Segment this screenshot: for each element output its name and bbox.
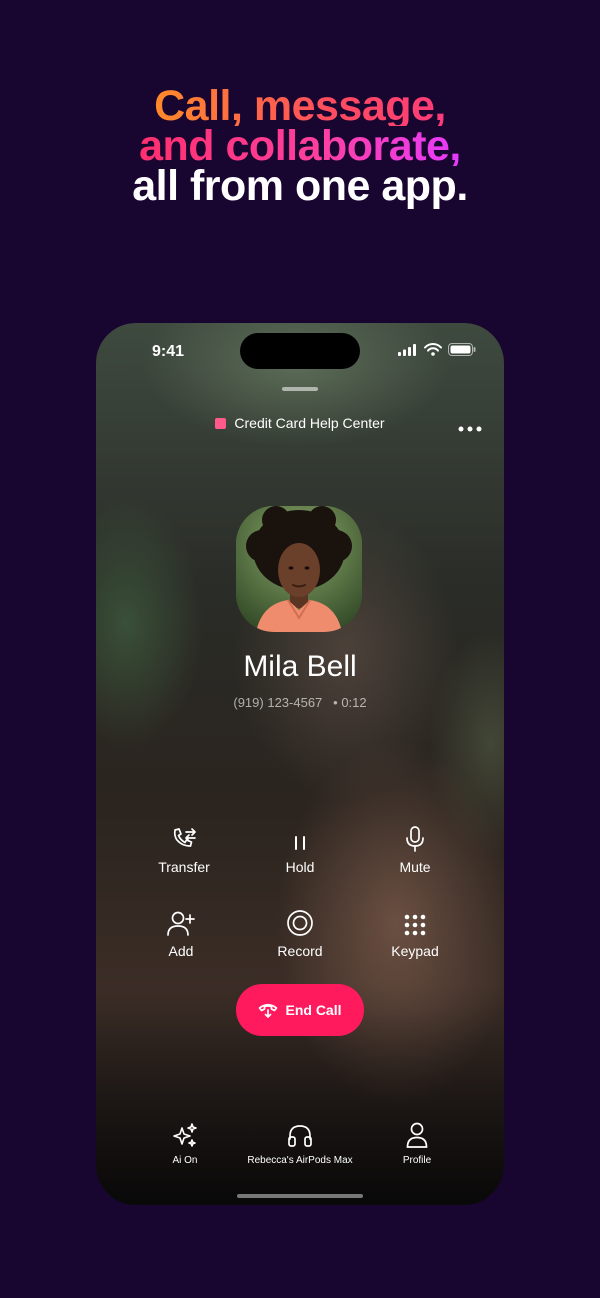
add-button[interactable]: Add — [121, 907, 241, 959]
add-label: Add — [168, 943, 194, 959]
record-button[interactable]: Record — [240, 907, 360, 959]
hang-up-icon — [259, 1003, 278, 1018]
headphones-icon — [288, 1125, 312, 1147]
wifi-icon — [424, 343, 442, 356]
status-icons — [398, 343, 476, 356]
microphone-icon — [406, 826, 424, 852]
sheet-grabber[interactable] — [282, 387, 318, 391]
profile-button[interactable]: Profile — [352, 1121, 482, 1166]
hold-button[interactable]: Hold — [240, 823, 360, 875]
ellipsis-icon — [458, 426, 482, 432]
transfer-button[interactable]: Transfer — [124, 823, 244, 875]
marketing-headline: Call, message, and collaborate, all from… — [0, 82, 600, 210]
phone-screen: 9:41 Credit Card Help Center Mila Bell (… — [96, 323, 504, 1205]
more-options-button[interactable] — [458, 419, 482, 437]
call-context: Credit Card Help Center — [96, 415, 504, 431]
audio-output-label: Rebecca's AirPods Max — [247, 1155, 353, 1166]
headline-line-3: all from one app. — [132, 162, 468, 210]
keypad-icon — [404, 914, 426, 936]
mute-button[interactable]: Mute — [355, 823, 475, 875]
avatar-portrait — [236, 506, 362, 632]
profile-label: Profile — [402, 1155, 432, 1166]
keypad-label: Keypad — [391, 943, 439, 959]
contact-avatar — [236, 506, 362, 632]
headline-line-2: and collaborate, — [139, 122, 461, 170]
details-separator: • — [333, 695, 338, 710]
phone-transfer-icon — [173, 828, 196, 847]
headline-line-1: Call, message, — [154, 82, 446, 130]
record-label: Record — [277, 943, 323, 959]
call-duration: 0:12 — [341, 695, 367, 710]
context-color-tag — [215, 417, 227, 429]
audio-output-button[interactable]: Rebecca's AirPods Max — [235, 1121, 365, 1166]
end-call-label: End Call — [285, 1002, 342, 1018]
end-call-button[interactable]: End Call — [236, 984, 364, 1036]
mute-label: Mute — [399, 859, 431, 875]
transfer-label: Transfer — [158, 859, 210, 875]
call-details: (919) 123-4567 • 0:12 — [96, 695, 504, 710]
hold-label: Hold — [285, 859, 315, 875]
context-label: Credit Card Help Center — [234, 415, 385, 431]
battery-icon — [448, 343, 476, 356]
record-icon — [287, 910, 313, 936]
signal-icon — [398, 343, 416, 356]
sparkles-icon — [173, 1123, 197, 1147]
dynamic-island — [240, 333, 360, 369]
contact-name: Mila Bell — [243, 650, 357, 683]
keypad-button[interactable]: Keypad — [355, 907, 475, 959]
phone-number: (919) 123-4567 — [233, 695, 323, 710]
pause-icon — [295, 836, 305, 850]
status-time: 9:41 — [152, 343, 185, 360]
home-indicator — [237, 1194, 363, 1198]
ai-toggle-button[interactable]: Ai On — [120, 1121, 250, 1166]
person-icon — [406, 1122, 428, 1148]
add-user-icon — [167, 911, 195, 936]
ai-toggle-label: Ai On — [172, 1155, 198, 1166]
